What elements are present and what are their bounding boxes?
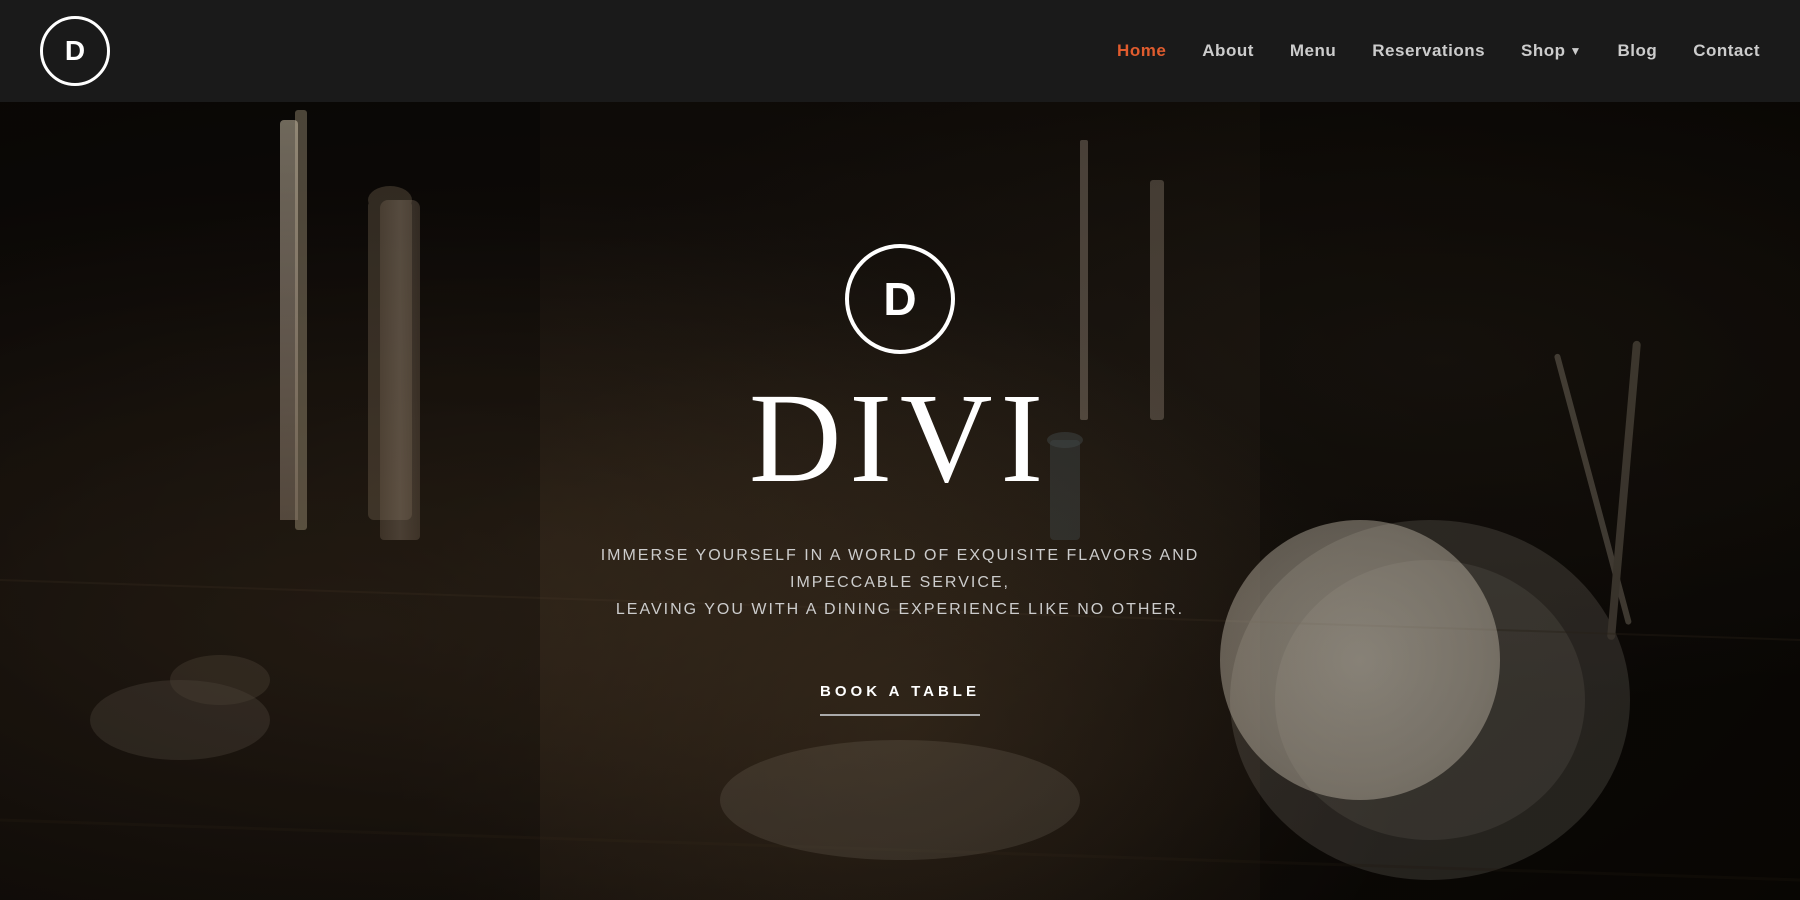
hero-tagline-line1: IMMERSE YOURSELF IN A WORLD OF EXQUISITE…	[601, 547, 1200, 591]
nav-item-reservations[interactable]: Reservations	[1372, 41, 1485, 61]
nav-item-home[interactable]: Home	[1117, 41, 1166, 61]
nav-link-about[interactable]: About	[1202, 41, 1254, 60]
nav-link-blog[interactable]: Blog	[1617, 41, 1657, 60]
nav-link-shop[interactable]: Shop	[1521, 41, 1566, 61]
nav-link-home[interactable]: Home	[1117, 41, 1166, 60]
hero-section: D DIVI IMMERSE YOURSELF IN A WORLD OF EX…	[0, 0, 1800, 900]
nav-link-reservations[interactable]: Reservations	[1372, 41, 1485, 60]
shop-chevron-down-icon: ▼	[1570, 44, 1582, 59]
nav-item-menu[interactable]: Menu	[1290, 41, 1336, 61]
navbar: D Home About Menu Reservations Shop ▼ Bl…	[0, 0, 1800, 102]
nav-item-contact[interactable]: Contact	[1693, 41, 1760, 61]
nav-links: Home About Menu Reservations Shop ▼ Blog…	[1117, 41, 1760, 61]
nav-link-menu[interactable]: Menu	[1290, 41, 1336, 60]
hero-cta-wrapper[interactable]: BOOK A TABLE	[820, 683, 980, 716]
nav-item-blog[interactable]: Blog	[1617, 41, 1657, 61]
hero-logo-circle: D	[845, 244, 955, 354]
candle-decoration	[280, 120, 298, 520]
hero-tagline-line2: LEAVING YOU WITH A DINING EXPERIENCE LIK…	[616, 601, 1184, 618]
nav-logo-letter: D	[65, 35, 85, 67]
hero-tagline: IMMERSE YOURSELF IN A WORLD OF EXQUISITE…	[550, 542, 1250, 624]
nav-link-contact[interactable]: Contact	[1693, 41, 1760, 60]
hero-content: D DIVI IMMERSE YOURSELF IN A WORLD OF EX…	[550, 244, 1250, 717]
bottle-decoration	[380, 200, 420, 540]
book-table-button[interactable]: BOOK A TABLE	[820, 683, 980, 700]
cta-underline	[820, 714, 980, 716]
plate-decoration	[1220, 520, 1500, 800]
nav-logo[interactable]: D	[40, 16, 110, 86]
nav-item-shop[interactable]: Shop ▼	[1521, 41, 1581, 61]
hero-logo-letter: D	[883, 272, 916, 326]
nav-item-about[interactable]: About	[1202, 41, 1254, 61]
hero-brand-name: DIVI	[749, 374, 1051, 502]
